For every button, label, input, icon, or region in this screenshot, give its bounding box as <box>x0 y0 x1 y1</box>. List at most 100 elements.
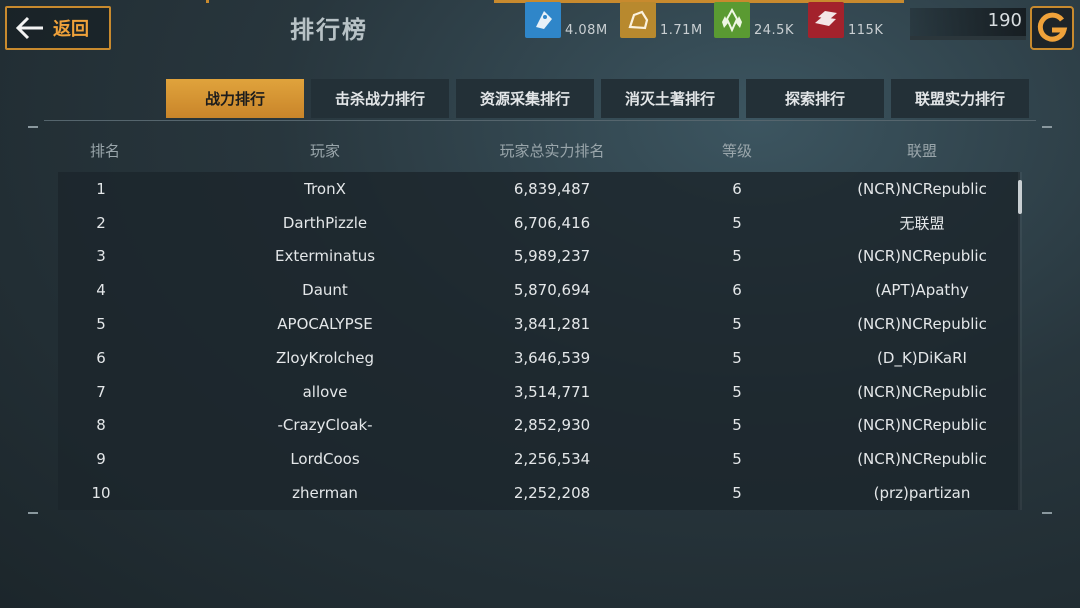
player-name-cell: zherman <box>292 484 358 503</box>
table-row[interactable]: 7 allove 3,514,771 5 (NCR)NCRepublic <box>58 375 1020 409</box>
level-cell: 5 <box>732 348 742 367</box>
tab-exploration-ranking[interactable]: 探索排行 <box>746 79 884 118</box>
page-title: 排行榜 <box>290 15 368 44</box>
level-cell: 5 <box>732 315 742 334</box>
level-cell: 5 <box>732 416 742 435</box>
table-row[interactable]: 8 -CrazyCloak- 2,852,930 5 (NCR)NCRepublic <box>58 409 1020 443</box>
player-name-cell: allove <box>302 382 348 401</box>
player-name-cell: LordCoos <box>290 450 360 469</box>
arrow-left-icon <box>15 16 43 40</box>
table-header: 排名 玩家 玩家总实力排名 等级 联盟 <box>44 140 1036 166</box>
menu-button[interactable] <box>1030 6 1074 50</box>
power-value: 190 <box>910 8 1026 36</box>
resource-ore-value: 1.71M <box>660 23 703 38</box>
tab-resource-gathering-ranking[interactable]: 资源采集排行 <box>456 79 594 118</box>
rank-cell: 10 <box>91 484 111 503</box>
resource-steel-value: 115K <box>848 23 884 38</box>
table-row[interactable]: 6 ZloyKrolcheg 3,646,539 5 (D_K)DiKaRI <box>58 341 1020 375</box>
alliance-cell: (APT)Apathy <box>875 281 969 300</box>
rank-cell: 9 <box>96 450 106 469</box>
top-decoration <box>206 0 209 3</box>
tab-power-ranking[interactable]: 战力排行 <box>166 79 304 118</box>
panel-corner <box>28 512 38 514</box>
alliance-cell: (NCR)NCRepublic <box>857 315 987 334</box>
level-cell: 5 <box>732 382 742 401</box>
table-row[interactable]: 5 APOCALYPSE 3,841,281 5 (NCR)NCRepublic <box>58 307 1020 341</box>
power-cell: 6,839,487 <box>513 179 591 198</box>
rank-cell: 7 <box>96 382 106 401</box>
table-row[interactable]: 9 LordCoos 2,256,534 5 (NCR)NCRepublic <box>58 442 1020 476</box>
alliance-cell: (NCR)NCRepublic <box>857 416 987 435</box>
rock-icon <box>620 2 656 38</box>
table-row[interactable]: 1 TronX 6,839,487 6 (NCR)NCRepublic <box>58 172 1020 206</box>
tag-icon <box>525 2 561 38</box>
column-header-alliance: 联盟 <box>906 142 938 160</box>
power-cell: 3,841,281 <box>513 315 591 334</box>
rank-cell: 3 <box>96 247 106 266</box>
resource-steel[interactable]: 115K <box>808 2 883 38</box>
table-row[interactable]: 4 Daunt 5,870,694 6 (APT)Apathy <box>58 273 1020 307</box>
resource-food-value: 4.08M <box>565 23 608 38</box>
tab-native-elimination-ranking[interactable]: 消灭土著排行 <box>601 79 739 118</box>
level-cell: 5 <box>732 450 742 469</box>
player-name-cell: DarthPizzle <box>282 213 368 232</box>
level-cell: 5 <box>732 247 742 266</box>
power-cell: 3,646,539 <box>513 348 591 367</box>
power-cell: 6,706,416 <box>513 213 591 232</box>
scrollbar-thumb[interactable] <box>1018 180 1022 214</box>
crystal-icon <box>714 2 750 38</box>
power-cell: 2,852,930 <box>513 416 591 435</box>
player-name-cell: ZloyKrolcheg <box>275 348 375 367</box>
back-label: 返回 <box>53 19 89 40</box>
rank-cell: 4 <box>96 281 106 300</box>
player-name-cell: APOCALYPSE <box>277 315 373 334</box>
power-cell: 2,256,534 <box>513 450 591 469</box>
table-row[interactable]: 10 zherman 2,252,208 5 (prz)partizan <box>58 476 1020 510</box>
column-header-rank: 排名 <box>89 142 121 160</box>
ranking-tabs: 战力排行 击杀战力排行 资源采集排行 消灭土著排行 探索排行 联盟实力排行 <box>166 79 1036 118</box>
rank-cell: 6 <box>96 348 106 367</box>
table-row[interactable]: 2 DarthPizzle 6,706,416 5 无联盟 <box>58 206 1020 240</box>
ranking-table[interactable]: 1 TronX 6,839,487 6 (NCR)NCRepublic 2 DarthPiz… <box>58 172 1020 510</box>
level-cell: 6 <box>732 281 742 300</box>
alliance-cell: 无联盟 <box>899 214 945 233</box>
player-name-cell: -CrazyCloak- <box>277 416 373 435</box>
panel-corner <box>1042 126 1052 128</box>
rank-cell: 8 <box>96 416 106 435</box>
panel-corner <box>28 126 38 128</box>
alliance-cell: (NCR)NCRepublic <box>857 450 987 469</box>
power-cell: 2,252,208 <box>513 484 591 503</box>
power-cell: 3,514,771 <box>513 382 591 401</box>
level-cell: 6 <box>732 179 742 198</box>
column-header-player: 玩家 <box>309 142 341 160</box>
resource-food[interactable]: 4.08M <box>525 2 608 38</box>
tab-alliance-strength-ranking[interactable]: 联盟实力排行 <box>891 79 1029 118</box>
power-cell: 5,870,694 <box>513 281 591 300</box>
top-bar: 返回 排行榜 4.08M 1.71M 24.5K 115K 190 <box>0 0 1080 58</box>
power-bar <box>910 36 1026 40</box>
resource-crystal-value: 24.5K <box>754 23 794 38</box>
player-name-cell: Exterminatus <box>274 247 376 266</box>
panel-corner <box>1042 512 1052 514</box>
player-name-cell: Daunt <box>302 281 348 300</box>
resource-ore[interactable]: 1.71M <box>620 2 703 38</box>
table-row[interactable]: 3 Exterminatus 5,989,237 5 (NCR)NCRepublic <box>58 240 1020 274</box>
resource-crystal[interactable]: 24.5K <box>714 2 794 38</box>
rank-cell: 1 <box>96 179 106 198</box>
rank-cell: 5 <box>96 315 106 334</box>
column-header-total-power: 玩家总实力排名 <box>499 142 605 160</box>
alliance-cell: (D_K)DiKaRI <box>877 348 967 367</box>
ingot-icon <box>808 2 844 38</box>
level-cell: 5 <box>732 213 742 232</box>
alliance-cell: (NCR)NCRepublic <box>857 247 987 266</box>
power-cell: 5,989,237 <box>513 247 591 266</box>
player-name-cell: TronX <box>304 179 346 198</box>
scrollbar-track[interactable] <box>1018 172 1022 510</box>
alliance-cell: (prz)partizan <box>873 484 971 503</box>
rank-cell: 2 <box>96 213 106 232</box>
logo-g-icon <box>1037 12 1068 42</box>
back-button[interactable]: 返回 <box>5 6 111 50</box>
alliance-cell: (NCR)NCRepublic <box>857 179 987 198</box>
alliance-cell: (NCR)NCRepublic <box>857 382 987 401</box>
tab-kill-power-ranking[interactable]: 击杀战力排行 <box>311 79 449 118</box>
